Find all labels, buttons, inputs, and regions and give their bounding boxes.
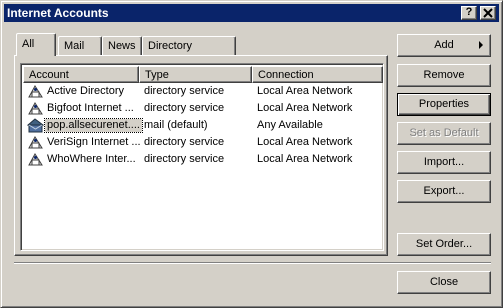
set-as-default-button[interactable]: Set as Default [397,122,491,145]
add-button[interactable]: Add [397,34,491,57]
account-name: Bigfoot Internet ... [47,102,134,114]
directory-service-icon [28,85,43,98]
internet-accounts-window: Internet Accounts ? All Mail News Direct… [0,0,503,308]
submenu-arrow-icon [479,41,483,49]
export-button[interactable]: Export... [397,180,491,203]
account-connection: Local Area Network [257,85,353,97]
set-order-button[interactable]: Set Order... [397,233,491,256]
account-cell: VeriSign Internet ... [27,134,141,151]
account-connection: Any Available [257,119,323,131]
set-order-button-label: Set Order... [415,238,473,250]
help-icon: ? [465,6,473,18]
close-button[interactable]: Close [397,271,491,294]
column-type-header[interactable]: Type [139,66,252,83]
tab-all-label: All [22,38,35,50]
tab-mail-label: Mail [64,40,85,52]
window-title: Internet Accounts [7,6,109,20]
column-type-label: Type [145,69,169,81]
separator [14,262,491,264]
import-button[interactable]: Import... [397,151,491,174]
list-item[interactable]: pop.allsecurenet.... mail (default) Any … [23,117,381,134]
export-button-label: Export... [423,185,465,197]
account-cell: pop.allsecurenet.... [27,117,143,134]
account-name: Active Directory [47,85,125,97]
set-as-default-button-label: Set as Default [409,127,479,139]
close-window-button[interactable] [480,6,496,20]
close-button-label: Close [429,276,459,288]
tab-mail[interactable]: Mail [58,36,102,55]
remove-button[interactable]: Remove [397,64,491,87]
tab-directory-service[interactable]: Directory Service [142,36,236,66]
account-connection: Local Area Network [257,136,353,148]
tab-news[interactable]: News [102,36,142,55]
list-item[interactable]: Active Directory directory service Local… [23,83,381,100]
account-cell: WhoWhere Inter... [27,151,139,168]
column-account-label: Account [29,69,69,81]
help-button[interactable]: ? [461,6,477,20]
directory-service-icon [28,102,43,115]
remove-button-label: Remove [423,69,465,81]
list-item[interactable]: Bigfoot Internet ... directory service L… [23,100,381,117]
properties-button-label: Properties [418,98,470,110]
tab-all[interactable]: All [16,33,56,56]
account-type: directory service [144,153,225,165]
list-header: Account Type Connection [23,66,383,83]
account-cell: Bigfoot Internet ... [27,100,139,117]
import-button-label: Import... [423,156,465,168]
add-button-label: Add [434,39,454,51]
column-connection-label: Connection [258,69,314,81]
account-connection: Local Area Network [257,153,353,165]
column-account-header[interactable]: Account [23,66,139,83]
properties-button[interactable]: Properties [397,93,491,116]
title-bar[interactable]: Internet Accounts ? [4,4,499,22]
list-item[interactable]: WhoWhere Inter... directory service Loca… [23,151,381,168]
list-item[interactable]: VeriSign Internet ... directory service … [23,134,381,151]
accounts-list[interactable]: Account Type Connection Active Directory… [20,63,384,251]
account-connection: Local Area Network [257,102,353,114]
account-type: directory service [144,85,225,97]
tab-news-label: News [108,40,136,52]
mail-account-icon [27,118,44,133]
directory-service-icon [28,136,43,149]
account-type: mail (default) [144,119,208,131]
account-name: pop.allsecurenet.... [44,118,143,133]
account-type: directory service [144,136,225,148]
directory-service-icon [28,153,43,166]
account-cell: Active Directory [27,83,139,100]
close-icon [483,8,493,18]
account-name: WhoWhere Inter... [47,153,136,165]
account-name: VeriSign Internet ... [47,136,141,148]
column-connection-header[interactable]: Connection [252,66,383,83]
account-type: directory service [144,102,225,114]
